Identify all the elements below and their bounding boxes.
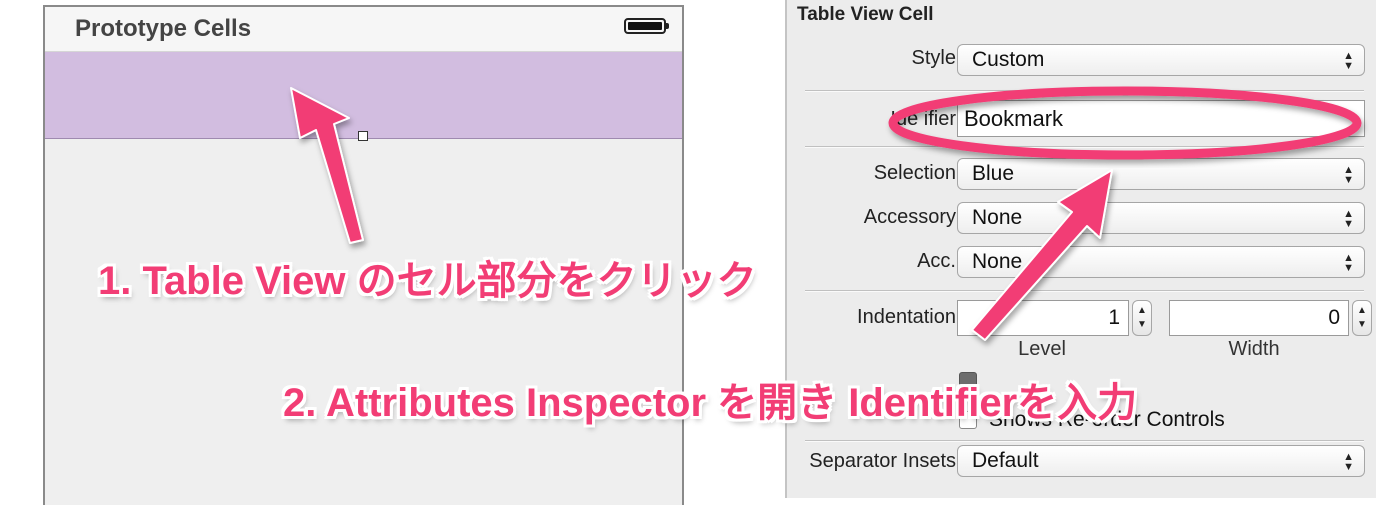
accessory-label: Accessory bbox=[863, 206, 956, 228]
accessory-popup[interactable]: None ▲ ▼ bbox=[957, 202, 1365, 234]
identifier-label: Ide ifier bbox=[890, 108, 956, 130]
separator bbox=[805, 146, 1364, 148]
selection-label: Selection bbox=[873, 162, 956, 184]
accessory-value: None bbox=[972, 206, 1023, 229]
indentation-width-input[interactable]: 0 bbox=[1169, 300, 1349, 336]
separator-insets-label: Separator Insets bbox=[809, 450, 956, 472]
popup-arrows-icon: ▲ ▼ bbox=[1343, 164, 1354, 186]
separator-insets-popup[interactable]: Default ▲ ▼ bbox=[957, 445, 1365, 477]
popup-arrows-icon: ▲ ▼ bbox=[1343, 252, 1354, 274]
editing-acc-value: None bbox=[972, 250, 1023, 273]
identifier-value: Bookmark bbox=[964, 106, 1064, 131]
width-stepper-icon[interactable]: ▲ ▼ bbox=[1352, 300, 1372, 336]
style-popup[interactable]: Custom ▲ ▼ bbox=[957, 44, 1365, 76]
annotation-step-1: 1. Table View のセル部分をクリック bbox=[98, 259, 757, 303]
section-header: Prototype Cells bbox=[45, 7, 682, 52]
separator bbox=[805, 90, 1364, 92]
annotation-step-2: 2. Attributes Inspector を開き Identifierを入… bbox=[283, 381, 1138, 425]
indentation-level-value: 1 bbox=[1108, 306, 1120, 329]
separator bbox=[805, 440, 1364, 442]
indentation-width-value: 0 bbox=[1328, 306, 1340, 329]
popup-arrows-icon: ▲ ▼ bbox=[1343, 50, 1354, 72]
indentation-label: Indentation bbox=[857, 306, 956, 328]
identifier-input[interactable]: Bookmark bbox=[957, 100, 1365, 137]
popup-arrows-icon: ▲ ▼ bbox=[1343, 208, 1354, 230]
prototype-cell[interactable] bbox=[45, 52, 682, 139]
popup-arrows-icon: ▲ ▼ bbox=[1343, 451, 1354, 473]
level-caption: Level bbox=[1018, 338, 1066, 360]
selection-value: Blue bbox=[972, 162, 1015, 185]
resize-handle-icon[interactable] bbox=[358, 131, 368, 141]
width-caption: Width bbox=[1228, 338, 1280, 360]
style-label: Style bbox=[911, 47, 956, 69]
indentation-level-input[interactable]: 1 bbox=[957, 300, 1129, 336]
battery-icon bbox=[624, 18, 669, 34]
style-value: Custom bbox=[972, 48, 1045, 71]
editing-acc-label: Acc. bbox=[917, 250, 956, 272]
selection-popup[interactable]: Blue ▲ ▼ bbox=[957, 158, 1365, 190]
editing-acc-popup[interactable]: None ▲ ▼ bbox=[957, 246, 1365, 278]
inspector-title: Table View Cell bbox=[797, 4, 934, 25]
section-title: Prototype Cells bbox=[75, 15, 252, 42]
separator bbox=[805, 290, 1364, 292]
level-stepper-icon[interactable]: ▲ ▼ bbox=[1132, 300, 1152, 336]
separator-insets-value: Default bbox=[972, 449, 1039, 472]
